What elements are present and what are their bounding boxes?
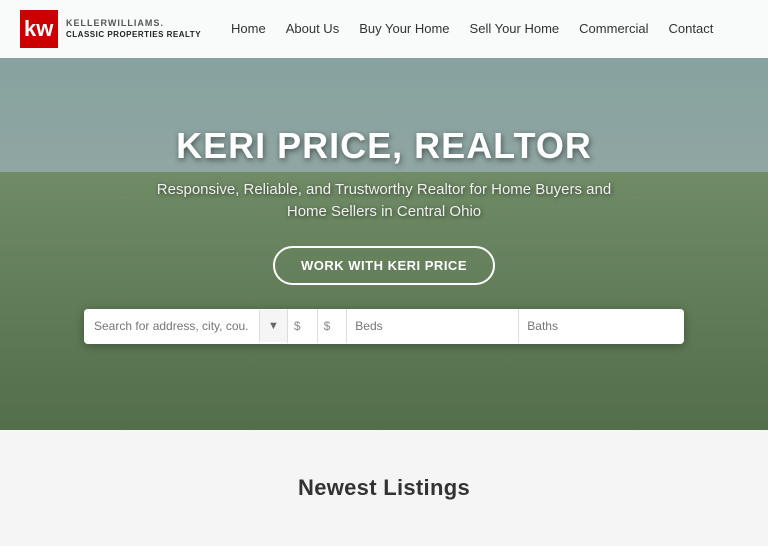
baths-input[interactable] <box>519 309 684 343</box>
nav-links: Home About Us Buy Your Home Sell Your Ho… <box>231 20 713 38</box>
nav-home[interactable]: Home <box>231 21 266 36</box>
hero-section: KERI PRICE, REALTOR Responsive, Reliable… <box>0 0 768 430</box>
nav-about[interactable]: About Us <box>286 21 339 36</box>
hero-title: KERI PRICE, REALTOR <box>176 125 592 167</box>
hero-subtitle: Responsive, Reliable, and Trustworthy Re… <box>144 179 624 224</box>
navbar: kw KELLERWILLIAMS. CLASSIC PROPERTIES RE… <box>0 0 768 58</box>
nav-buy[interactable]: Buy Your Home <box>359 21 449 36</box>
min-price-input[interactable] <box>303 309 311 343</box>
logo-area: kw KELLERWILLIAMS. CLASSIC PROPERTIES RE… <box>20 10 201 48</box>
beds-input[interactable] <box>347 309 519 343</box>
nav-commercial[interactable]: Commercial <box>579 21 648 36</box>
kw-logo-icon: kw <box>20 10 58 48</box>
work-with-keri-button[interactable]: WORK WITH KERI PRICE <box>273 246 495 285</box>
max-price-symbol: $ <box>324 319 333 333</box>
max-price-field: $ <box>318 309 348 343</box>
min-price-field: $ <box>288 309 318 343</box>
logo-text: KELLERWILLIAMS. CLASSIC PROPERTIES REALT… <box>66 18 201 40</box>
nav-contact[interactable]: Contact <box>669 21 714 36</box>
search-address-input[interactable] <box>84 309 259 343</box>
search-address-wrapper: ▼ <box>84 309 288 343</box>
bottom-section: Newest Listings <box>0 430 768 546</box>
search-bar: ▼ $ $ 🔍 Search <box>84 309 684 344</box>
search-address-dropdown[interactable]: ▼ <box>259 310 287 342</box>
newest-listings-title: Newest Listings <box>298 475 470 501</box>
hero-content: KERI PRICE, REALTOR Responsive, Reliable… <box>0 0 768 430</box>
min-price-symbol: $ <box>294 319 303 333</box>
svg-text:kw: kw <box>24 16 54 41</box>
nav-sell[interactable]: Sell Your Home <box>470 21 560 36</box>
max-price-input[interactable] <box>332 309 340 343</box>
